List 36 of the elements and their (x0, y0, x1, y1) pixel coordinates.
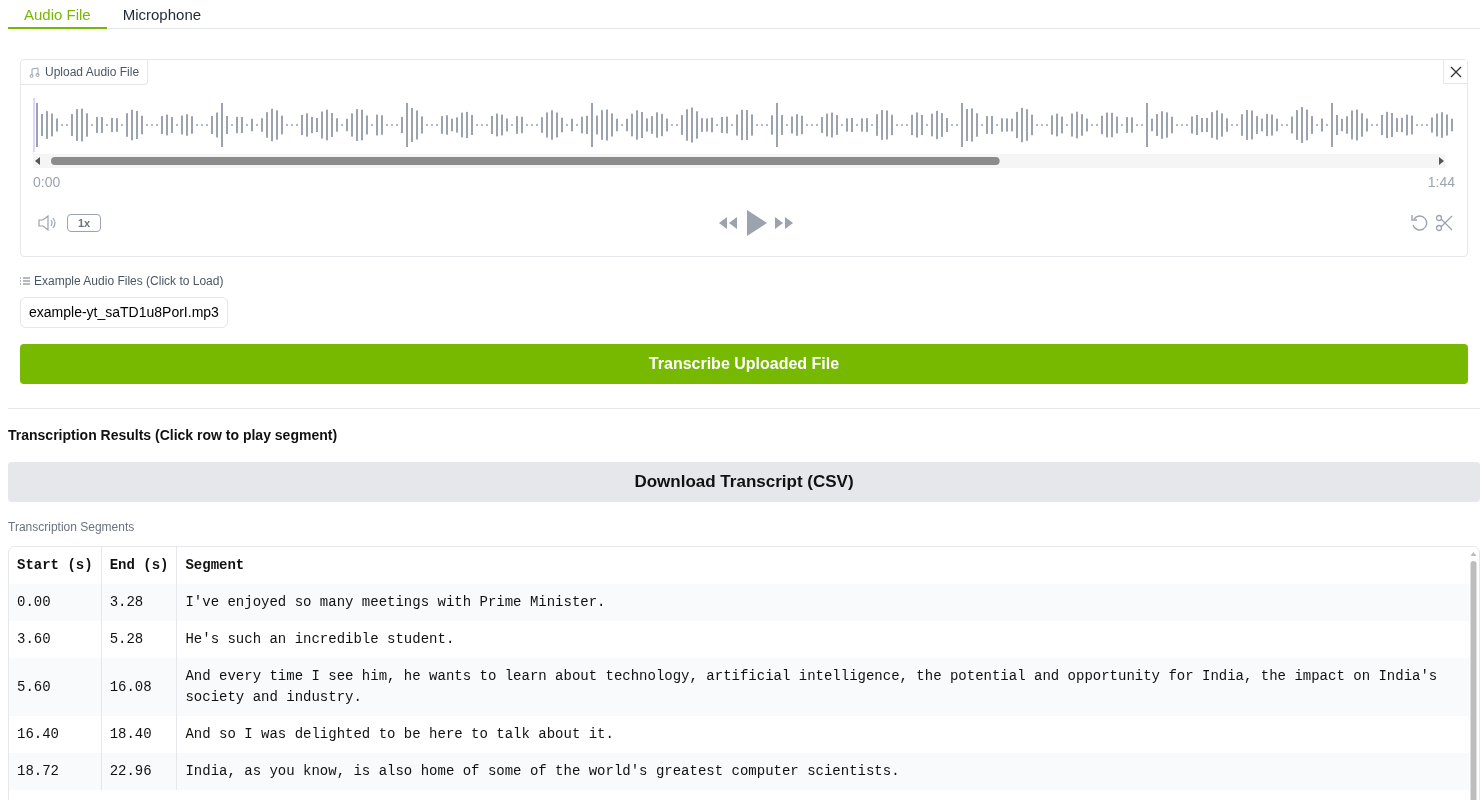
speaker-icon (37, 213, 57, 233)
table-cell[interactable]: 16.08 (101, 658, 177, 716)
undo-icon (1410, 214, 1428, 232)
table-cell[interactable]: 18.72 (9, 753, 102, 790)
table-cell[interactable]: India, as you know, is also home of some of the world's greatest computer scientists. (176, 753, 1469, 790)
close-button[interactable] (1443, 60, 1467, 84)
example-file-button[interactable]: example-yt_saTD1u8PorI.mp3 (20, 297, 228, 328)
volume-button[interactable] (37, 213, 57, 233)
table-cell[interactable]: 5.60 (9, 658, 102, 716)
table-cell[interactable]: And every time I see him, he wants to learn about technology, artificial intelligence, the potential and opportunity for India, the impact on India's society and industry. (176, 658, 1469, 716)
download-button[interactable]: Download Transcript (CSV) (8, 462, 1480, 502)
examples-label: Example Audio Files (Click to Load) (34, 273, 224, 290)
reset-button[interactable] (1410, 214, 1428, 232)
table-cell[interactable]: And so I was delighted to be here to talk about it. (176, 716, 1469, 753)
trim-button[interactable] (1435, 214, 1453, 232)
results-heading: Transcription Results (Click row to play segment) (8, 426, 339, 445)
table-cell[interactable]: 0.00 (9, 584, 102, 621)
list-icon (20, 277, 30, 285)
table-label: Transcription Segments (8, 519, 136, 536)
close-icon (1449, 65, 1462, 78)
scissors-icon (1435, 214, 1453, 232)
music-note-icon (29, 66, 40, 78)
table-cell[interactable]: He's such an incredible student. (176, 621, 1469, 658)
table-cell[interactable]: I've enjoyed so many meetings with Prime Minister. (176, 584, 1469, 621)
tab[interactable]: Microphone (106, 0, 218, 29)
play-button[interactable] (744, 209, 767, 237)
panel-label: Upload Audio File (45, 64, 140, 81)
table-cell[interactable]: 3.28 (101, 584, 177, 621)
table-cell[interactable]: 22.96 (101, 753, 177, 790)
column-header: Segment (176, 547, 1469, 584)
current-time: 0:00 (33, 173, 61, 192)
duration-time: 1:44 (1427, 173, 1455, 192)
vertical-scrollbar[interactable] (1470, 551, 1477, 800)
speed-button[interactable]: 1x (67, 214, 102, 232)
play-icon (744, 209, 767, 237)
horizontal-scrollbar[interactable] (33, 154, 1445, 168)
